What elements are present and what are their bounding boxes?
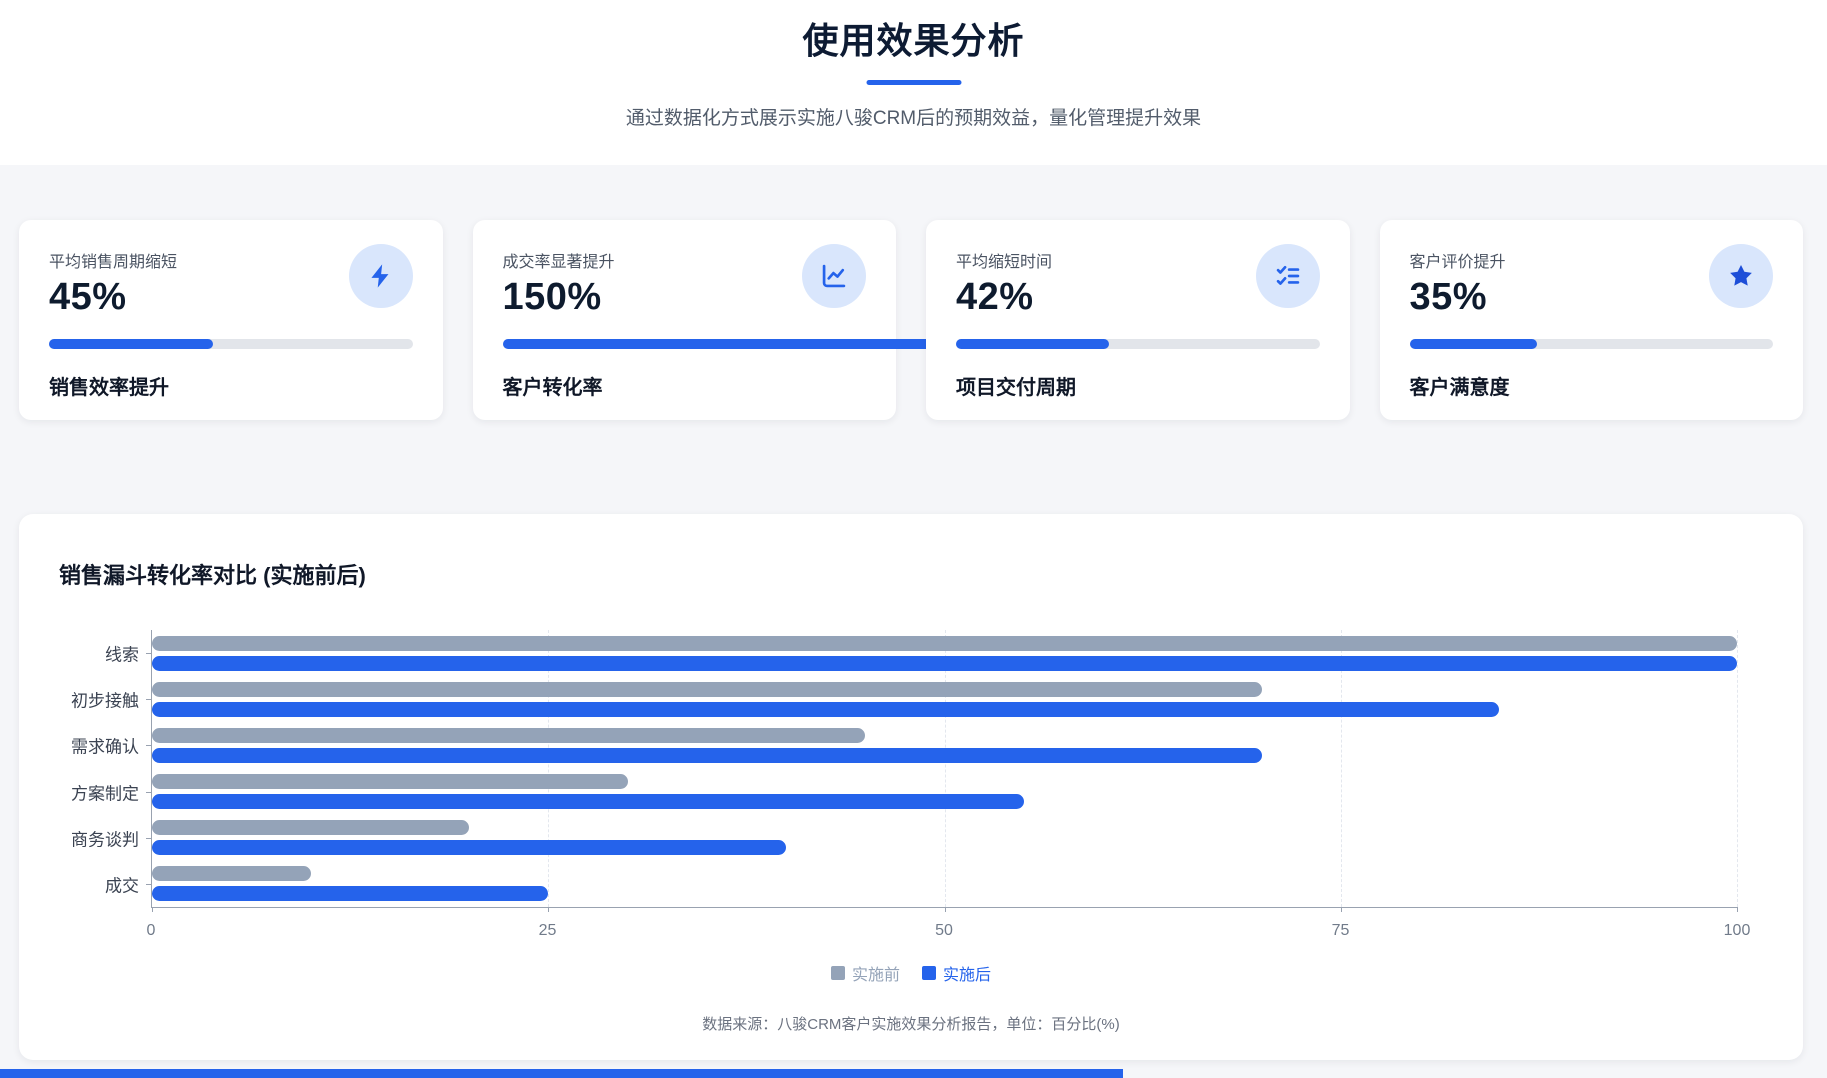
category-label: 成交 [105, 871, 139, 896]
stat-card-sales-cycle: 平均销售周期缩短 45% 销售效率提升 [19, 220, 443, 420]
stat-value: 45% [49, 276, 177, 319]
x-axis-tick [548, 907, 549, 912]
progress-track [1410, 339, 1774, 349]
star-icon [1709, 244, 1773, 308]
stat-cards-row: 平均销售周期缩短 45% 销售效率提升 成交率显著提升 150% [19, 220, 1803, 420]
x-axis-tick [152, 907, 153, 912]
bar-实施前 [152, 636, 1737, 651]
chart-title: 销售漏斗转化率对比 (实施前后) [59, 558, 366, 590]
chart-row: 初步接触 [152, 676, 1737, 722]
line-chart-icon [802, 244, 866, 308]
stat-value: 42% [956, 276, 1052, 319]
x-axis-tick [1341, 907, 1342, 912]
legend-swatch [831, 966, 845, 980]
x-tick-label: 100 [1724, 922, 1751, 940]
progress-fill [956, 339, 1109, 349]
gridline [1737, 630, 1738, 907]
category-label: 商务谈判 [71, 825, 139, 850]
title-underline [866, 80, 961, 85]
legend-label: 实施前 [852, 961, 900, 985]
x-tick-label: 25 [539, 922, 557, 940]
page-title: 使用效果分析 [0, 12, 1827, 64]
bar-实施前 [152, 728, 865, 743]
category-label: 需求确认 [71, 733, 139, 758]
chart-legend: 实施前 实施后 [19, 961, 1803, 985]
chart-plot-area: 线索初步接触需求确认方案制定商务谈判成交 [151, 630, 1737, 908]
bar-实施后 [152, 840, 786, 855]
chart-row: 商务谈判 [152, 815, 1737, 861]
bar-实施前 [152, 774, 628, 789]
bar-实施后 [152, 748, 1262, 763]
stat-card-delivery-time: 平均缩短时间 42% 项目交付周期 [926, 220, 1350, 420]
chart-row: 需求确认 [152, 722, 1737, 768]
x-tick-label: 75 [1332, 922, 1350, 940]
stat-label: 平均缩短时间 [956, 248, 1052, 272]
chart-row: 方案制定 [152, 769, 1737, 815]
stat-value: 150% [503, 276, 615, 319]
x-axis-tick [945, 907, 946, 912]
progress-fill [49, 339, 213, 349]
bar-实施后 [152, 702, 1499, 717]
chart-rows: 线索初步接触需求确认方案制定商务谈判成交 [152, 630, 1737, 907]
stat-label: 成交率显著提升 [503, 248, 615, 272]
bar-实施后 [152, 656, 1737, 671]
bar-实施前 [152, 682, 1262, 697]
stat-caption: 项目交付周期 [956, 371, 1320, 400]
x-tick-label: 50 [935, 922, 953, 940]
stat-value: 35% [1410, 276, 1506, 319]
chart-row: 成交 [152, 861, 1737, 907]
stat-label: 客户评价提升 [1410, 248, 1506, 272]
bar-实施后 [152, 886, 548, 901]
bar-实施前 [152, 820, 469, 835]
chart-row: 线索 [152, 630, 1737, 676]
legend-item-实施后[interactable]: 实施后 [922, 961, 991, 985]
bar-实施后 [152, 794, 1024, 809]
chart-source-note: 数据来源：八骏CRM客户实施效果分析报告，单位：百分比(%) [19, 1013, 1803, 1034]
bar-实施前 [152, 866, 311, 881]
legend-label: 实施后 [943, 961, 991, 985]
stat-caption: 销售效率提升 [49, 371, 413, 400]
lightning-icon [349, 244, 413, 308]
stat-card-satisfaction: 客户评价提升 35% 客户满意度 [1380, 220, 1804, 420]
progress-fill [1410, 339, 1537, 349]
x-axis-tick [1737, 907, 1738, 912]
stat-label: 平均销售周期缩短 [49, 248, 177, 272]
page-subtitle: 通过数据化方式展示实施八骏CRM后的预期效益，量化管理提升效果 [0, 103, 1827, 130]
progress-track [49, 339, 413, 349]
category-label: 线索 [105, 641, 139, 666]
legend-item-实施前[interactable]: 实施前 [831, 961, 900, 985]
legend-swatch [922, 966, 936, 980]
x-axis-labels: 0255075100 [151, 922, 1737, 944]
stat-caption: 客户满意度 [1410, 371, 1774, 400]
progress-track [503, 339, 867, 349]
stat-caption: 客户转化率 [503, 371, 867, 400]
next-section-edge [0, 1069, 1123, 1078]
progress-track [956, 339, 1320, 349]
checklist-icon [1256, 244, 1320, 308]
category-label: 方案制定 [71, 779, 139, 804]
category-label: 初步接触 [71, 687, 139, 712]
funnel-chart-panel: 销售漏斗转化率对比 (实施前后) 线索初步接触需求确认方案制定商务谈判成交 02… [19, 514, 1803, 1060]
x-tick-label: 0 [147, 922, 156, 940]
stat-card-close-rate: 成交率显著提升 150% 客户转化率 [473, 220, 897, 420]
